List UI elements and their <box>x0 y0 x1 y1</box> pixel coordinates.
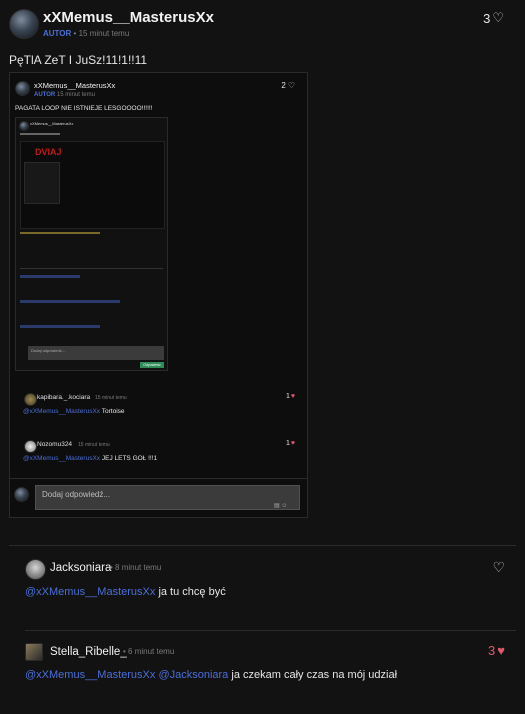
comment-meta-1: • 8 minut temu <box>110 563 161 572</box>
comment-like-count-2: 3 <box>488 643 496 658</box>
embed-comment-text-2: JEJ LETS GOŁ !!!1 <box>101 455 158 462</box>
comment-username-1[interactable]: Jacksoniara <box>50 562 111 574</box>
nested-comment-1 <box>20 275 80 278</box>
comment-body-1: @xXMemus__MasterusXx ja tu chcę być <box>25 586 226 598</box>
mention-link: @xXMemus__MasterusXx <box>23 408 101 415</box>
nested-comment-3 <box>20 325 100 328</box>
nested-comment-2 <box>20 300 120 303</box>
heart-outline-icon: ♡ <box>492 559 505 575</box>
embed-comment-like-count-1: 1 <box>285 393 290 400</box>
post-like-count: 3 <box>483 10 491 26</box>
comment-avatar-stella[interactable] <box>25 643 43 661</box>
comment-time-2: 6 minut temu <box>128 647 175 656</box>
embed-comment-body-1: @xXMemus__MasterusXx Tortoise <box>23 408 125 415</box>
post-time: 15 minut temu <box>78 29 130 38</box>
author-meta: AUTOR • 15 minut temu <box>43 29 129 38</box>
embed-badge: AUTOR <box>34 92 56 98</box>
embed-meta: AUTOR 15 minut temu <box>34 92 95 98</box>
embed-comment-username-2: Nozomu324 <box>37 441 73 448</box>
mention-link: @xXMemus__MasterusXx <box>23 455 101 462</box>
embed-comment-like-2: 1 ♥ <box>286 440 295 447</box>
embed-comment-like-count-2: 1 <box>285 440 290 447</box>
comment-avatar-1 <box>24 393 37 406</box>
embedded-screenshot: xXMemus__MasterusXx AUTOR 15 minut temu … <box>9 72 308 518</box>
embed-username: xXMemus__MasterusXx <box>34 81 116 90</box>
heart-filled-icon: ♥ <box>290 393 295 400</box>
heart-outline-icon: ♡ <box>287 81 295 90</box>
nested-emoji-row <box>20 232 100 234</box>
reply-avatar <box>14 487 29 502</box>
mention-link[interactable]: @xXMemus__MasterusXx <box>25 586 155 598</box>
nested-username: xXMemus__MasterusXx <box>30 121 74 126</box>
comment-text-2: ja czekam cały czas na mój udział <box>231 669 398 681</box>
mention-link[interactable]: @xXMemus__MasterusXx <box>25 669 155 681</box>
embed-like-count: 2 <box>281 81 286 90</box>
emoji-icon: ☺ <box>281 503 288 509</box>
post-text: PęTlA ZeT I JuSz!11!1!!11 <box>9 53 148 67</box>
embed-comment-time-2: 15 minut temu <box>78 442 110 448</box>
author-avatar[interactable] <box>9 9 39 39</box>
comment-avatar-2 <box>24 440 37 453</box>
nested-inner-pane: DVIAJ <box>20 141 165 229</box>
meta-dot: • <box>73 29 77 38</box>
mention-link[interactable]: @Jacksoniara <box>158 669 228 681</box>
comment-body-2: @xXMemus__MasterusXx @Jacksoniara ja cze… <box>25 669 397 681</box>
heart-outline-icon: ♡ <box>492 10 504 25</box>
embed-comment-body-2: @xXMemus__MasterusXx JEJ LETS GOŁ !!!1 <box>23 455 157 462</box>
embed-avatar <box>15 81 30 96</box>
embed-text: PAGATA LOOP NIE ISTNIEJE LESGOOOO!!!!!! <box>15 105 153 112</box>
comment-like-button-2[interactable]: 3 ♥ <box>488 643 505 658</box>
embed-comment-text-1: Tortoise <box>101 408 125 415</box>
embed-reply-input: Dodaj odpowiedź... <box>35 485 300 510</box>
comment-like-button-1[interactable]: ♡ <box>492 559 505 576</box>
comment-avatar-jacksoniara[interactable] <box>25 559 46 580</box>
meta-dot: • <box>110 563 113 572</box>
heart-filled-icon: ♥ <box>290 440 295 447</box>
author-badge: AUTOR <box>43 29 72 38</box>
comment-username-2[interactable]: Stella_Ribelle_ <box>50 646 127 658</box>
post-like-button[interactable]: 3 ♡ <box>483 10 504 26</box>
heart-filled-icon: ♥ <box>497 643 505 658</box>
nested-screenshot: xXMemus__MasterusXx DVIAJ Dodaj odpowied… <box>15 117 168 371</box>
nested-stamp: DVIAJ <box>35 147 62 157</box>
author-username[interactable]: xXMemus__MasterusXx <box>43 9 214 26</box>
comment-meta-2: • 6 minut temu <box>123 647 174 656</box>
nested-line <box>20 133 60 135</box>
nested-reply-button: Odpowiedz <box>140 362 164 368</box>
embed-like: 2 ♡ <box>281 81 295 90</box>
embed-reply-icons: ▤ ☺ <box>274 502 287 509</box>
nested-separator <box>20 268 163 269</box>
nested-block <box>24 162 60 204</box>
meta-dot: • <box>123 647 126 656</box>
embed-time: 15 minut temu <box>56 92 95 98</box>
nested-reply-input: Dodaj odpowiedź... <box>28 346 164 360</box>
comment-time-1: 8 minut temu <box>115 563 162 572</box>
embed-comment-time-1: 15 minut temu <box>95 395 127 401</box>
embed-comment-like-1: 1 ♥ <box>286 393 295 400</box>
gif-icon: ▤ <box>274 503 280 509</box>
embed-separator <box>10 478 307 479</box>
comments-separator-2 <box>25 630 516 631</box>
comment-text-1: ja tu chcę być <box>158 586 226 598</box>
embed-comment-username-1: kapibara._.kociara <box>37 394 91 401</box>
comments-separator-1 <box>9 545 516 546</box>
nested-avatar <box>19 121 29 131</box>
